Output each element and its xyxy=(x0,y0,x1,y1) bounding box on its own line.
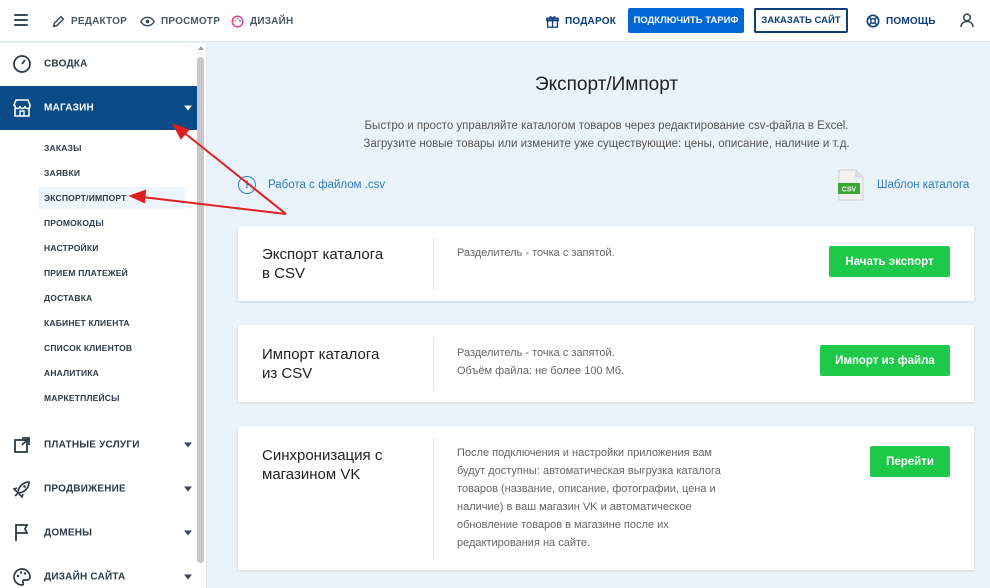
info-icon: ! xyxy=(238,176,256,194)
chevron-down-icon xyxy=(184,442,192,448)
sidebar-item-shop[interactable]: МАГАЗИН xyxy=(0,86,197,130)
sidebar-item-label: ДОМЕНЫ xyxy=(44,527,93,539)
preview-label: ПРОСМОТР xyxy=(161,15,221,27)
sidebar-subitem-client-list[interactable]: СПИСОК КЛИЕНТОВ xyxy=(38,337,185,359)
export-card: Экспорт каталога в CSV Разделитель - точ… xyxy=(238,226,974,301)
design-link[interactable]: ДИЗАЙН xyxy=(231,0,293,42)
sidebar-item-summary[interactable]: СВОДКА xyxy=(0,43,197,85)
gift-link[interactable]: ПОДАРОК xyxy=(546,0,616,42)
sidebar-subitem-export-import[interactable]: ЭКСПОРТ/ИМПОРТ xyxy=(38,187,185,209)
sidebar-subitem-marketplaces[interactable]: МАРКЕТПЛЕЙСЫ xyxy=(38,387,185,409)
user-icon[interactable] xyxy=(960,13,974,28)
flag-icon xyxy=(15,524,29,541)
csv-help-link[interactable]: ! Работа с файлом .csv xyxy=(238,176,385,194)
lifebuoy-icon xyxy=(866,14,880,28)
card-text-line: Разделитель - точка с запятой. xyxy=(457,247,615,259)
sidebar: СВОДКА МАГАЗИН ЗАКАЗЫ ЗАЯВКИ ЭКСПОРТ/ИМП… xyxy=(0,43,207,588)
editor-link[interactable]: РЕДАКТОР xyxy=(52,0,127,42)
card-text: Разделитель - точка с запятой. Объём фай… xyxy=(457,344,624,380)
sidebar-subitem-orders[interactable]: ЗАКАЗЫ xyxy=(38,137,185,159)
sidebar-item-promotion[interactable]: ПРОДВИЖЕНИЕ xyxy=(0,469,197,509)
import-file-button[interactable]: Импорт из файла xyxy=(820,345,950,376)
sidebar-item-domains[interactable]: ДОМЕНЫ xyxy=(0,513,197,553)
store-icon xyxy=(13,99,31,117)
description-line: Быстро и просто управляйте каталогом тов… xyxy=(364,120,849,132)
scroll-up-arrow[interactable] xyxy=(198,46,204,50)
sidebar-subitem-analytics[interactable]: АНАЛИТИКА xyxy=(38,362,185,384)
page-title: Экспорт/Импорт xyxy=(534,74,679,95)
csv-help-label: Работа с файлом .csv xyxy=(268,179,386,191)
sidebar-subitem-settings[interactable]: НАСТРОЙКИ xyxy=(38,237,185,259)
sidebar-subitem-delivery[interactable]: ДОСТАВКА xyxy=(38,287,185,309)
palette-icon xyxy=(231,14,244,28)
import-card: Импорт каталога из CSV Разделитель - точ… xyxy=(238,325,974,402)
sidebar-item-label: МАГАЗИН xyxy=(44,102,94,114)
sidebar-subitem-client-cabinet[interactable]: КАБИНЕТ КЛИЕНТА xyxy=(38,312,185,334)
sidebar-scrollbar[interactable] xyxy=(197,57,204,563)
card-text-line: Объём файла: не более 100 Мб. xyxy=(457,365,625,377)
preview-link[interactable]: ПРОСМОТР xyxy=(140,0,220,42)
main-content: Экспорт/Импорт Быстро и просто управляйт… xyxy=(208,43,990,588)
chevron-down-icon xyxy=(184,486,192,492)
card-text-line: После подключения и настройки приложения… xyxy=(457,447,712,459)
sidebar-item-label: ПЛАТНЫЕ УСЛУГИ xyxy=(44,439,140,451)
pencil-icon xyxy=(52,15,65,27)
sidebar-item-label: ПРОДВИЖЕНИЕ xyxy=(44,483,126,495)
editor-label: РЕДАКТОР xyxy=(71,15,127,27)
chevron-down-icon xyxy=(184,530,192,536)
eye-icon xyxy=(140,16,155,26)
card-title: Импорт каталога из CSV xyxy=(262,345,379,383)
card-title-line: Экспорт каталога xyxy=(262,246,384,263)
card-text: Разделитель - точка с запятой. xyxy=(457,244,615,262)
card-divider xyxy=(433,337,434,391)
card-text-line: будут доступны: автоматическая выгрузка … xyxy=(457,465,721,477)
sidebar-item-paid-services[interactable]: ПЛАТНЫЕ УСЛУГИ xyxy=(0,425,197,465)
start-export-button[interactable]: Начать экспорт xyxy=(829,246,950,277)
description-line: Загрузите новые товары или измените уже … xyxy=(363,138,850,150)
card-text-line: Разделитель - точка с запятой. xyxy=(457,347,615,359)
card-divider xyxy=(433,438,434,560)
card-text-line: редактирования на сайте. xyxy=(457,537,591,549)
card-text: После подключения и настройки приложения… xyxy=(457,444,721,552)
card-text-line: обновление товаров в магазине после их xyxy=(457,519,669,531)
vk-sync-card: Синхронизация с магазином VK После подкл… xyxy=(238,426,974,570)
card-title-line: Импорт каталога xyxy=(262,346,380,363)
card-title-line: в CSV xyxy=(262,265,305,282)
connect-tariff-button[interactable]: ПОДКЛЮЧИТЬ ТАРИФ xyxy=(628,8,744,33)
card-divider xyxy=(433,238,434,290)
help-link-top[interactable]: ПОМОЩЬ xyxy=(866,0,936,42)
card-title: Экспорт каталога в CSV xyxy=(262,245,383,283)
gift-icon xyxy=(546,15,559,28)
chevron-down-icon xyxy=(184,574,192,580)
card-title-line: магазином VK xyxy=(262,466,361,483)
catalog-template-label: Шаблон каталога xyxy=(877,179,970,191)
rocket-icon xyxy=(12,481,30,499)
sidebar-item-site-design[interactable]: ДИЗАЙН САЙТА xyxy=(0,557,197,588)
design-label: ДИЗАЙН xyxy=(250,15,294,27)
card-title-line: Синхронизация с xyxy=(262,447,383,464)
card-title-line: из CSV xyxy=(262,365,313,382)
top-bar: РЕДАКТОР ПРОСМОТР ДИЗАЙН ПОДАРОК ПОДКЛЮЧ… xyxy=(0,0,990,42)
page-description: Быстро и просто управляйте каталогом тов… xyxy=(208,117,990,153)
menu-icon[interactable] xyxy=(14,14,28,26)
card-title: Синхронизация с магазином VK xyxy=(262,446,382,484)
sidebar-item-label: ДИЗАЙН САЙТА xyxy=(44,571,126,583)
csv-file-icon: CSV xyxy=(838,169,864,201)
palette-icon xyxy=(13,568,31,586)
external-box-icon xyxy=(14,437,30,453)
speedometer-icon xyxy=(13,55,31,73)
help-label: ПОМОЩЬ xyxy=(886,15,936,27)
sidebar-subitem-promocodes[interactable]: ПРОМОКОДЫ xyxy=(38,212,185,234)
catalog-template-link[interactable]: CSV Шаблон каталога xyxy=(838,169,969,201)
order-site-button[interactable]: ЗАКАЗАТЬ САЙТ xyxy=(754,8,848,33)
card-text-line: товаров (название, описание, фотографии,… xyxy=(457,483,716,495)
sidebar-subitem-requests[interactable]: ЗАЯВКИ xyxy=(38,162,185,184)
chevron-down-icon xyxy=(184,105,192,111)
sidebar-subitem-payments[interactable]: ПРИЕМ ПЛАТЕЖЕЙ xyxy=(38,262,185,284)
go-button[interactable]: Перейти xyxy=(870,446,950,477)
card-text-line: наличие) в ваш магазин VK и автоматическ… xyxy=(457,501,692,513)
csv-icon-text: CSV xyxy=(842,187,857,194)
sidebar-item-label: СВОДКА xyxy=(44,58,88,70)
gift-label: ПОДАРОК xyxy=(565,15,616,27)
